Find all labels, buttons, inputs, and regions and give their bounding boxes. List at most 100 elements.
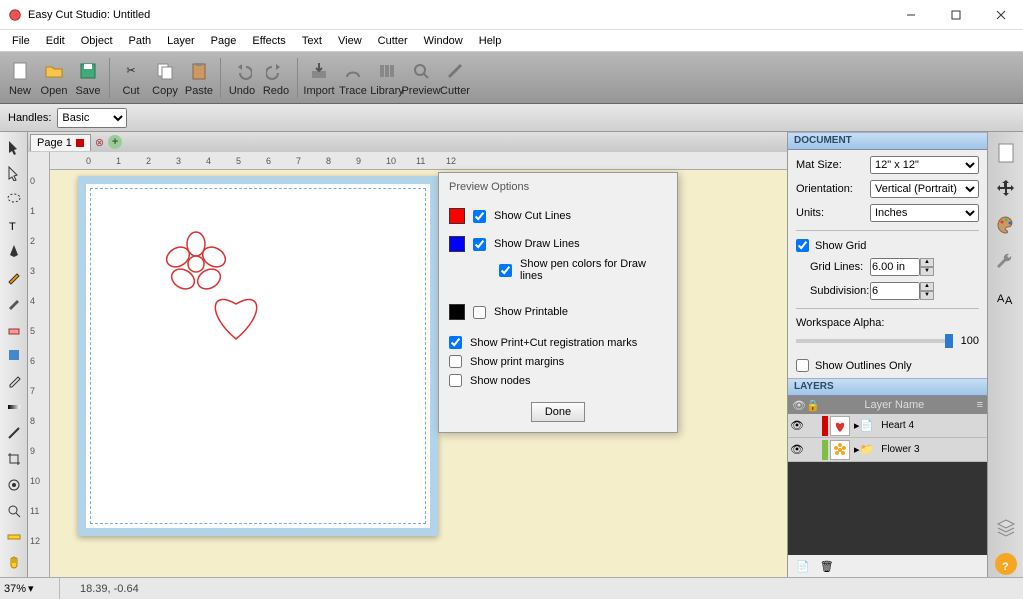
workspace-alpha-slider[interactable]: 100	[796, 335, 979, 347]
cutter-button[interactable]: Cutter	[439, 55, 471, 101]
gradient-tool[interactable]	[3, 396, 25, 418]
eye-icon[interactable]: 👁	[790, 419, 804, 432]
zoom-control[interactable]: 37%▾	[0, 578, 60, 599]
show-draw-lines-checkbox[interactable]	[473, 238, 486, 251]
menu-view[interactable]: View	[330, 32, 370, 50]
stencil-tool[interactable]	[3, 474, 25, 496]
layers-icon[interactable]	[993, 515, 1019, 541]
import-button[interactable]: Import	[303, 55, 335, 101]
select-tool[interactable]	[3, 136, 25, 158]
pencil-tool[interactable]	[3, 266, 25, 288]
trace-button[interactable]: Trace	[337, 55, 369, 101]
text-tool[interactable]: T	[3, 214, 25, 236]
node-tool[interactable]	[3, 162, 25, 184]
hand-tool[interactable]	[3, 552, 25, 574]
page-tab-1[interactable]: Page 1	[30, 134, 91, 151]
right-panel: DOCUMENT Mat Size:12" x 12" Orientation:…	[787, 132, 987, 577]
menu-help[interactable]: Help	[471, 32, 510, 50]
page-icon[interactable]	[993, 140, 1019, 166]
library-button[interactable]: Library	[371, 55, 403, 101]
paste-button[interactable]: Paste	[183, 55, 215, 101]
menu-file[interactable]: File	[4, 32, 38, 50]
text-style-icon[interactable]: AA	[993, 284, 1019, 310]
eye-icon[interactable]: 👁	[790, 443, 804, 456]
menu-text[interactable]: Text	[294, 32, 330, 50]
wrench-icon[interactable]	[993, 248, 1019, 274]
close-button[interactable]	[978, 0, 1023, 29]
scissors-icon: ✂	[119, 59, 143, 83]
main-toolbar: New Open Save ✂Cut Copy Paste Undo Redo …	[0, 52, 1023, 104]
knife-tool[interactable]	[3, 422, 25, 444]
copy-button[interactable]: Copy	[149, 55, 181, 101]
palette-icon[interactable]	[993, 212, 1019, 238]
preview-icon	[409, 59, 433, 83]
handles-bar: Handles: Basic	[0, 104, 1023, 132]
cut-lines-swatch	[449, 208, 465, 224]
show-outlines-checkbox[interactable]	[796, 359, 809, 372]
menu-edit[interactable]: Edit	[38, 32, 73, 50]
status-bar: 37%▾ 18.39, -0.64	[0, 577, 1023, 599]
pen-tool[interactable]	[3, 240, 25, 262]
eraser-tool[interactable]	[3, 318, 25, 340]
mat-size-select[interactable]: 12" x 12"	[870, 156, 979, 174]
layers-menu-icon[interactable]: ≡	[973, 399, 987, 411]
heart-shape[interactable]	[201, 284, 271, 344]
add-page-button[interactable]: +	[108, 135, 122, 149]
cutting-mat	[78, 176, 438, 536]
show-cut-lines-checkbox[interactable]	[473, 210, 486, 223]
grid-lines-input[interactable]	[870, 258, 920, 276]
tab-color-swatch	[76, 139, 84, 147]
save-button[interactable]: Save	[72, 55, 104, 101]
layers-panel: 👁 🔒 Layer Name ≡ 👁 ▸📄 Heart 4 👁 ▸📁 Flowe	[788, 396, 987, 577]
show-margins-checkbox[interactable]	[449, 355, 462, 368]
brush-tool[interactable]	[3, 292, 25, 314]
show-printable-checkbox[interactable]	[473, 306, 486, 319]
cut-button[interactable]: ✂Cut	[115, 55, 147, 101]
shape-tool[interactable]	[3, 344, 25, 366]
file-icon	[8, 59, 32, 83]
grid-lines-spinner[interactable]: ▲▼	[920, 258, 934, 276]
lasso-tool[interactable]	[3, 188, 25, 210]
show-reg-marks-checkbox[interactable]	[449, 336, 462, 349]
disk-icon	[76, 59, 100, 83]
menu-cutter[interactable]: Cutter	[370, 32, 416, 50]
menu-layer[interactable]: Layer	[159, 32, 203, 50]
zoom-tool[interactable]	[3, 500, 25, 522]
minimize-button[interactable]	[888, 0, 933, 29]
eye-column-icon: 👁	[788, 399, 802, 412]
orientation-select[interactable]: Vertical (Portrait)	[870, 180, 979, 198]
close-tab-icon[interactable]: ⊗	[95, 136, 104, 149]
layer-row[interactable]: 👁 ▸📄 Heart 4	[788, 414, 987, 438]
eyedropper-tool[interactable]	[3, 370, 25, 392]
menu-window[interactable]: Window	[416, 32, 471, 50]
layer-row[interactable]: 👁 ▸📁 Flower 3	[788, 438, 987, 462]
help-icon[interactable]: ?	[993, 551, 1019, 577]
preview-button[interactable]: Preview	[405, 55, 437, 101]
done-button[interactable]: Done	[531, 402, 585, 422]
redo-button[interactable]: Redo	[260, 55, 292, 101]
undo-button[interactable]: Undo	[226, 55, 258, 101]
crop-tool[interactable]	[3, 448, 25, 470]
subdivision-spinner[interactable]: ▲▼	[920, 282, 934, 300]
menu-object[interactable]: Object	[73, 32, 121, 50]
open-button[interactable]: Open	[38, 55, 70, 101]
menu-effects[interactable]: Effects	[244, 32, 293, 50]
library-icon	[375, 59, 399, 83]
show-nodes-checkbox[interactable]	[449, 374, 462, 387]
ruler-tool[interactable]	[3, 526, 25, 548]
maximize-button[interactable]	[933, 0, 978, 29]
copy-icon	[153, 59, 177, 83]
menu-path[interactable]: Path	[121, 32, 160, 50]
show-grid-checkbox[interactable]	[796, 239, 809, 252]
layer-color-swatch	[822, 416, 828, 436]
show-pen-colors-checkbox[interactable]	[499, 264, 512, 277]
new-button[interactable]: New	[4, 55, 36, 101]
menu-page[interactable]: Page	[203, 32, 245, 50]
page-tabs: Page 1 ⊗ +	[28, 132, 787, 152]
delete-layer-button[interactable]: 🗑	[820, 560, 834, 573]
move-icon[interactable]	[993, 176, 1019, 202]
units-select[interactable]: Inches	[870, 204, 979, 222]
add-layer-button[interactable]: 📄	[796, 560, 810, 573]
handles-select[interactable]: Basic	[57, 108, 127, 128]
subdivision-input[interactable]	[870, 282, 920, 300]
